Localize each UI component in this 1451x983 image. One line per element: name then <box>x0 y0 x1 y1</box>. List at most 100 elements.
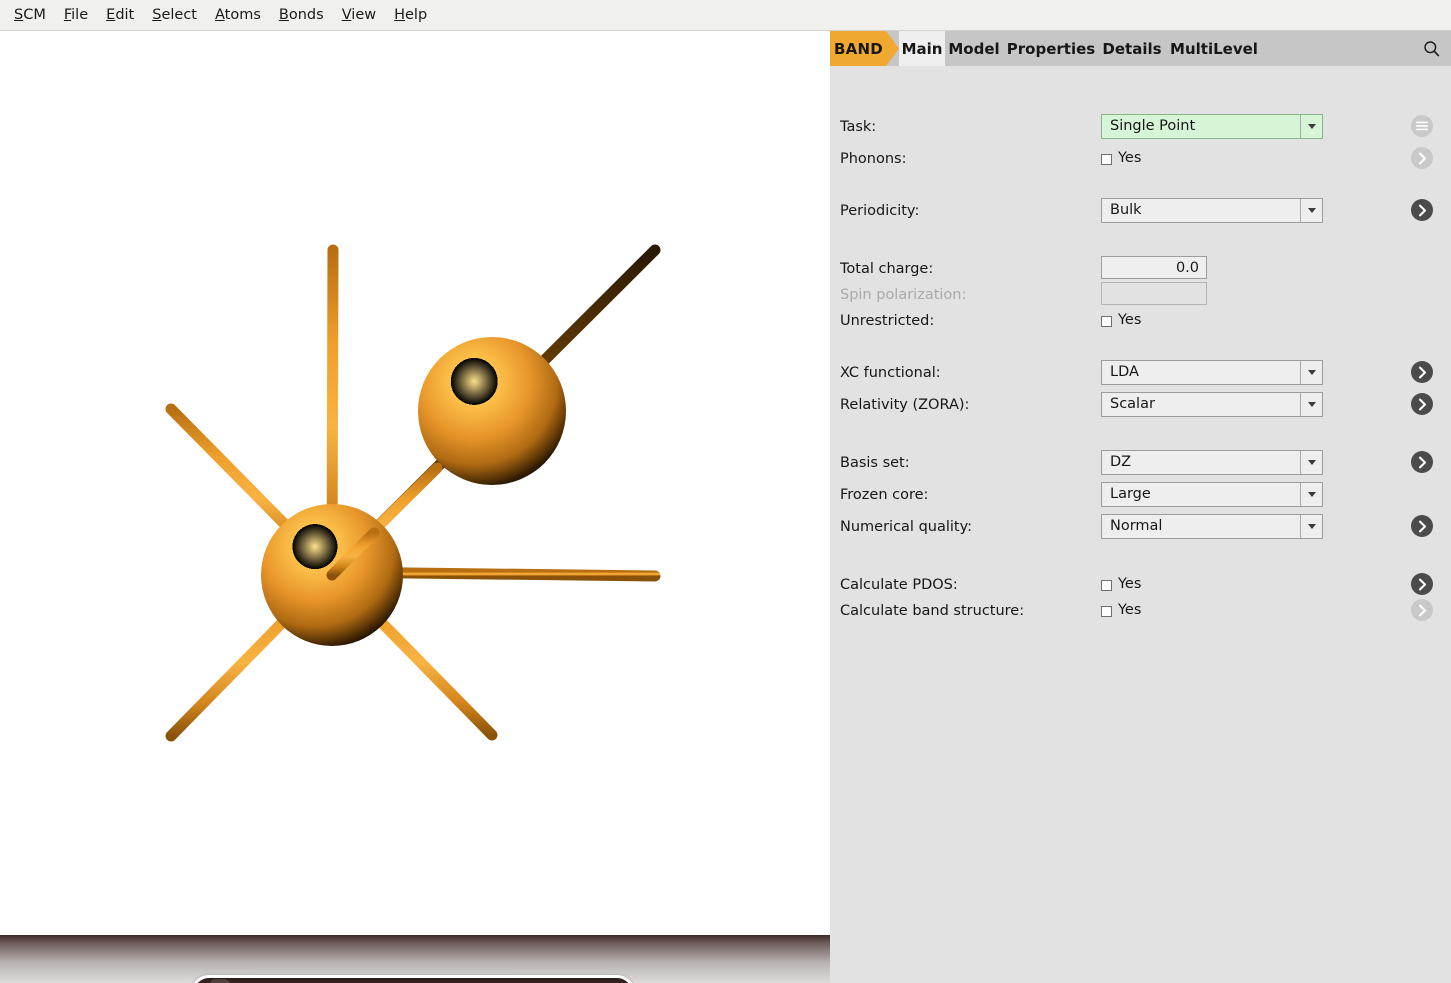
checkbox-row-unrestricted[interactable]: Yes <box>1101 308 1141 333</box>
control-wrap-periodicity: Bulk <box>1101 198 1323 223</box>
checkbox-label-phonons: Yes <box>1118 146 1141 171</box>
chevron-right-icon[interactable] <box>1411 451 1433 473</box>
other-element-tool[interactable]: X▼ <box>370 979 391 983</box>
form-row-task: Task: Single Point <box>840 114 1440 140</box>
checkbox-label-unrestricted: Yes <box>1118 308 1141 333</box>
nitrogen-atom-tool[interactable]: N <box>306 979 326 983</box>
plane-tool[interactable]: ▱ <box>467 979 487 983</box>
chevron-down-icon[interactable] <box>1300 451 1322 474</box>
unit-cell-box-tool[interactable] <box>564 979 584 983</box>
control-wrap-calculate-band-structure: Yes <box>1101 598 1141 623</box>
tab-multilevel[interactable]: MultiLevel <box>1165 31 1263 66</box>
dropdown-periodicity[interactable]: Bulk <box>1101 198 1323 223</box>
menu-item-edit[interactable]: Edit <box>97 5 143 25</box>
tab-details[interactable]: Details <box>1099 31 1165 66</box>
main-settings-form: Task: Single Point Phonons:Yes Periodicity:… <box>830 66 1451 983</box>
dropdown-task[interactable]: Single Point <box>1101 114 1323 139</box>
oxygen-atom-tool[interactable]: O <box>274 979 294 983</box>
control-wrap-calculate-pdos: Yes <box>1101 572 1141 597</box>
form-row-calculate-pdos: Calculate PDOS: Yes <box>840 572 1440 598</box>
chevron-right-icon[interactable] <box>1411 199 1433 221</box>
control-wrap-phonons: Yes <box>1101 146 1141 171</box>
lattice-dots-tool[interactable] <box>596 979 616 983</box>
chevron-down-icon[interactable] <box>1300 483 1322 506</box>
dropdown-numerical-quality[interactable]: Normal <box>1101 514 1323 539</box>
menu-item-atoms[interactable]: Atoms <box>206 5 270 25</box>
dropdown-value-numerical-quality: Normal <box>1102 515 1162 538</box>
favorite-star-tool[interactable]: ★ <box>532 979 552 983</box>
dropdown-basis-set[interactable]: DZ <box>1101 450 1323 475</box>
menu-label-rest: dit <box>115 7 134 23</box>
dropdown-frozen-core[interactable]: Large <box>1101 482 1323 507</box>
carbon-atom-tool[interactable]: C <box>242 979 262 983</box>
chevron-down-icon[interactable] <box>1300 199 1322 222</box>
chevron-right-icon[interactable] <box>1411 573 1433 595</box>
label-unrestricted: Unrestricted: <box>840 308 934 334</box>
atom-toolbar[interactable]: C O N H X▼ ⬢ ❄ ▱ ★ <box>191 975 635 983</box>
checkbox-row-calculate-pdos[interactable]: Yes <box>1101 572 1141 597</box>
form-row-periodicity: Periodicity:Bulk <box>840 198 1440 224</box>
atom-toolbar-inner: C O N H X▼ ⬢ ❄ ▱ ★ <box>194 978 632 983</box>
menu-item-help[interactable]: Help <box>385 5 436 25</box>
label-relativity-zora: Relativity (ZORA): <box>840 392 969 418</box>
search-icon[interactable] <box>1418 35 1445 62</box>
menu-item-select[interactable]: Select <box>143 5 206 25</box>
dropdown-relativity-zora[interactable]: Scalar <box>1101 392 1323 417</box>
menu-item-scm[interactable]: SCM <box>5 5 55 25</box>
label-xc-functional: XC functional: <box>840 360 941 386</box>
label-numerical-quality: Numerical quality: <box>840 514 972 540</box>
chevron-down-icon[interactable] <box>1300 393 1322 416</box>
select-cursor-tool[interactable] <box>210 979 230 983</box>
checkbox-unrestricted[interactable] <box>1101 316 1112 327</box>
tab-main[interactable]: Main <box>899 31 945 66</box>
checkbox-calculate-band-structure[interactable] <box>1101 606 1112 617</box>
ring-tool[interactable]: ⬢ <box>403 979 423 983</box>
form-row-unrestricted: Unrestricted: Yes <box>840 308 1440 334</box>
chevron-down-glyph <box>1308 370 1316 375</box>
menu-label-rest: elp <box>405 7 427 23</box>
atom-2[interactable] <box>418 337 566 485</box>
menu-item-bonds[interactable]: Bonds <box>270 5 333 25</box>
menu-label-rest: CM <box>23 7 46 23</box>
band-program-badge[interactable]: BAND <box>830 31 899 66</box>
chevron-down-glyph <box>1308 124 1316 129</box>
hamburger-glyph <box>1416 121 1428 131</box>
chevron-down-icon[interactable] <box>1300 361 1322 384</box>
crystal-tool[interactable]: ❄ <box>435 979 455 983</box>
checkbox-calculate-pdos[interactable] <box>1101 580 1112 591</box>
label-calculate-pdos: Calculate PDOS: <box>840 572 958 598</box>
label-task: Task: <box>840 114 876 140</box>
tab-model[interactable]: Model <box>945 31 1003 66</box>
chevron-right-icon[interactable] <box>1411 361 1433 383</box>
dropdown-xc-functional[interactable]: LDA <box>1101 360 1323 385</box>
menu-label-rest: onds <box>289 7 324 23</box>
hydrogen-atom-tool[interactable]: H <box>338 979 358 983</box>
input-total-charge[interactable] <box>1101 256 1207 279</box>
checkbox-label-calculate-pdos: Yes <box>1118 572 1141 597</box>
chevron-down-icon[interactable] <box>1300 515 1322 538</box>
label-basis-set: Basis set: <box>840 450 910 476</box>
checkbox-label-calculate-band-structure: Yes <box>1118 598 1141 623</box>
menu-label-rest: ile <box>71 7 88 23</box>
chevron-right-icon[interactable] <box>1411 515 1433 537</box>
molecule-viewport[interactable]: C O N H X▼ ⬢ ❄ ▱ ★ <box>0 31 830 983</box>
tab-properties[interactable]: Properties <box>1003 31 1099 66</box>
control-wrap-spin-polarization <box>1101 282 1207 305</box>
chevron-down-icon[interactable] <box>1300 115 1322 138</box>
chevron-right-icon[interactable] <box>1411 393 1433 415</box>
chevron-right-glyph <box>1418 366 1427 379</box>
menu-mnemonic: A <box>215 7 225 23</box>
form-row-phonons: Phonons:Yes <box>840 146 1440 172</box>
checkbox-row-phonons[interactable]: Yes <box>1101 146 1141 171</box>
chevron-right-icon[interactable] <box>1411 599 1433 621</box>
settings-panel: BAND MainModelPropertiesDetailsMultiLeve… <box>830 31 1451 983</box>
chevron-down-glyph <box>1308 402 1316 407</box>
menu-item-file[interactable]: File <box>55 5 97 25</box>
chevron-right-icon[interactable] <box>1411 147 1433 169</box>
menu-item-view[interactable]: View <box>333 5 385 25</box>
control-wrap-unrestricted: Yes <box>1101 308 1141 333</box>
hamburger-icon[interactable] <box>1411 115 1433 137</box>
molecule-3d-scene[interactable] <box>0 31 830 983</box>
checkbox-phonons[interactable] <box>1101 154 1112 165</box>
checkbox-row-calculate-band-structure[interactable]: Yes <box>1101 598 1141 623</box>
